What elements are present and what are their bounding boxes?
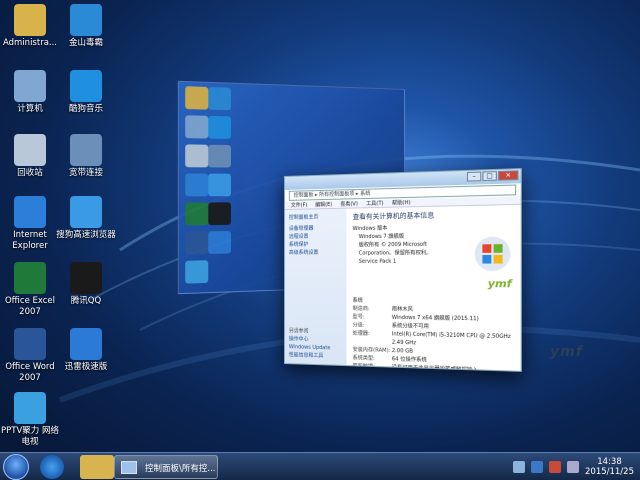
menu-view[interactable]: 查看(V): [340, 200, 358, 208]
copyright-text: 版权所有 © 2009 Microsoft Corporation。保留所有权利…: [358, 241, 432, 257]
thunder-download-icon: [70, 328, 102, 360]
word-icon: [185, 231, 209, 255]
desktop-icon[interactable]: 金山毒霸: [56, 4, 116, 49]
windows-logo-icon: [474, 236, 511, 272]
system-info-key: 笔和触摸:: [352, 363, 375, 371]
network-icon[interactable]: [513, 461, 525, 473]
qq-penguin-icon: [208, 202, 231, 226]
pptv-icon: [185, 260, 209, 284]
taskbar-window-label: 控制面板\所有控...: [145, 464, 216, 474]
internet-explorer-icon: [14, 196, 46, 228]
page-title: 查看有关计算机的基本信息: [352, 211, 435, 221]
desktop-icon-label: 回收站: [17, 168, 43, 178]
sogou-browser-taskbar-icon[interactable]: [40, 455, 64, 479]
control-panel-icon: [121, 461, 137, 474]
recycle-bin-icon: [185, 144, 209, 168]
word-icon: [14, 328, 46, 360]
desktop-icon-label: 搜狗高速浏览器: [56, 230, 116, 240]
volume-icon[interactable]: [567, 461, 579, 473]
desktop-icon[interactable]: 宽带连接: [56, 134, 116, 179]
clock-time: 14:38: [597, 457, 622, 467]
desktop-icon-label: PPTV聚力 网络电视: [1, 426, 59, 447]
desktop-icon-label: Office Word 2007: [5, 362, 55, 383]
desktop-icon-label: 酷狗音乐: [68, 104, 103, 114]
taskbar-control-panel-window[interactable]: 控制面板\所有控...: [114, 455, 218, 479]
computer-icon: [14, 70, 46, 102]
performance-info-link[interactable]: 性能信息和工具: [289, 351, 343, 361]
internet-explorer-icon: [185, 173, 209, 197]
kugou-music-icon: [208, 115, 231, 139]
menu-edit[interactable]: 编辑(E): [315, 201, 332, 208]
desktop-icon-label: Administra...: [2, 38, 58, 48]
pptv-icon: [14, 392, 46, 424]
wallpaper-brand-logo: ymf: [550, 344, 583, 360]
qq-penguin-icon: [70, 262, 102, 294]
user-folder-icon: [14, 4, 46, 36]
desktop-icon-label: 金山毒霸: [68, 38, 103, 48]
left-navigation-pane: 控制面板主页 设备管理器 远程设置 系统保护 高级系统设置 另请参阅 操作中心 …: [284, 208, 347, 367]
flag-icon[interactable]: [549, 461, 561, 473]
system-properties-window[interactable]: – □ ✕ 控制面板 ▸ 所有控制面板项 ▸ 系统 文件(F) 编辑(E) 查看…: [284, 168, 522, 372]
menu-tools[interactable]: 工具(T): [366, 200, 384, 208]
close-button[interactable]: ✕: [498, 170, 519, 181]
desktop-icon-label: 腾讯QQ: [70, 296, 102, 306]
desktop-icon[interactable]: Internet Explorer: [0, 196, 60, 252]
desktop-icon-label: 宽带连接: [68, 168, 103, 178]
clock[interactable]: 14:38 2015/11/25: [585, 457, 634, 477]
broadband-connection-icon: [70, 134, 102, 166]
system-info-key: 处理器:: [352, 330, 370, 337]
desktop-icon[interactable]: Office Excel 2007: [0, 262, 60, 318]
sogou-browser-icon: [208, 173, 231, 197]
user-folder-icon: [185, 86, 209, 110]
excel-icon: [14, 262, 46, 294]
explorer-folder-taskbar-icon[interactable]: [80, 455, 114, 479]
advanced-settings-link[interactable]: 高级系统设置: [289, 249, 343, 257]
minimize-button[interactable]: –: [466, 171, 482, 182]
menu-file[interactable]: 文件(F): [291, 201, 307, 208]
action-center-icon[interactable]: [531, 461, 543, 473]
clock-date: 2015/11/25: [585, 467, 634, 477]
desktop-icon[interactable]: 计算机: [0, 70, 60, 115]
desktop-icon[interactable]: Office Word 2007: [0, 328, 60, 384]
excel-icon: [185, 202, 209, 226]
system-tray: 14:38 2015/11/25: [513, 456, 634, 478]
menu-help[interactable]: 帮助(H): [392, 199, 411, 207]
computer-icon: [185, 115, 209, 139]
kugou-music-icon: [70, 70, 102, 102]
kingsoft-antivirus-icon: [208, 86, 231, 111]
recycle-bin-icon: [14, 134, 46, 166]
oem-brand-logo: ymf: [487, 278, 512, 291]
desktop-icon[interactable]: Administra...: [0, 4, 60, 49]
kingsoft-antivirus-icon: [70, 4, 102, 36]
desktop-icon-label: 迅雷极速版: [64, 362, 108, 372]
thunder-download-icon: [208, 230, 231, 255]
desktop-icon[interactable]: 酷狗音乐: [56, 70, 116, 115]
desktop-icon[interactable]: 腾讯QQ: [56, 262, 116, 307]
taskbar: 控制面板\所有控... 14:38 2015/11/25: [0, 452, 640, 480]
maximize-button[interactable]: □: [482, 171, 497, 182]
desktop-icon[interactable]: PPTV聚力 网络电视: [0, 392, 60, 448]
desktop-icon[interactable]: 回收站: [0, 134, 60, 179]
start-button[interactable]: [3, 454, 29, 480]
desktop-icon-label: 计算机: [17, 104, 43, 114]
desktop-icon-label: Office Excel 2007: [4, 296, 56, 317]
desktop-icon-label: Internet Explorer: [12, 230, 48, 251]
broadband-connection-icon: [208, 144, 231, 168]
desktop-icon[interactable]: 迅雷极速版: [56, 328, 116, 373]
system-info-pane: 查看有关计算机的基本信息 Windows 版本 Windows 7 旗舰版 版权…: [346, 205, 520, 372]
desktop-icon[interactable]: 搜狗高速浏览器: [56, 196, 116, 241]
sogou-browser-icon: [70, 196, 102, 228]
